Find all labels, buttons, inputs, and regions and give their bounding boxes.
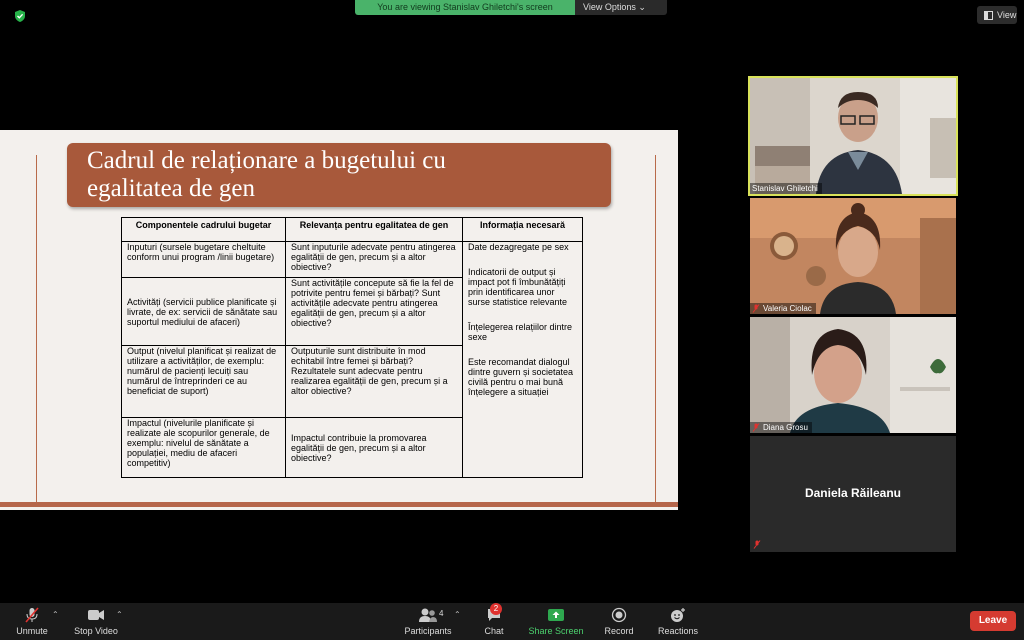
unmute-label: Unmute	[16, 626, 48, 636]
share-screen-icon	[548, 609, 564, 621]
record-button[interactable]: Record	[602, 603, 636, 640]
record-icon	[611, 607, 627, 623]
chat-button[interactable]: 2 Chat	[478, 603, 510, 640]
slide-title: Cadrul de relaționare a bugetului cu ega…	[87, 147, 597, 203]
chevron-down-icon: ⌄	[638, 2, 646, 12]
info-cell: Date dezagregate pe sex Indicatorii de o…	[462, 241, 583, 478]
table-cell: Impactul (nivelurile planificate și real…	[121, 417, 286, 478]
grid-view-icon	[984, 10, 993, 20]
slide-title-banner: Cadrul de relaționare a bugetului cu ega…	[67, 143, 611, 207]
chat-unread-badge: 2	[490, 603, 502, 615]
video-options-caret[interactable]: ⌃	[116, 610, 123, 619]
info-item: Date dezagregate pe sex	[468, 242, 569, 252]
participant-name-label: Diana Grosu	[750, 422, 812, 433]
meeting-toolbar: Unmute ⌃ Stop Video ⌃ Participants 4 ⌃ 2…	[0, 603, 1024, 640]
audio-options-caret[interactable]: ⌃	[52, 610, 59, 619]
view-options-dropdown[interactable]: View Options ⌄	[575, 0, 667, 15]
participant-video	[750, 317, 956, 433]
reactions-label: Reactions	[657, 626, 699, 636]
slide-title-line-2: egalitatea de gen	[87, 175, 255, 202]
chat-label: Chat	[484, 626, 504, 636]
smiley-plus-icon	[671, 608, 685, 622]
record-label: Record	[604, 626, 634, 636]
view-button-label: View	[997, 10, 1017, 20]
participant-video	[750, 198, 956, 314]
table-cell: Impactul contribuie la promovarea egalit…	[285, 417, 463, 478]
video-tile-stanislav[interactable]: Stanislav Ghiletchi	[748, 76, 958, 196]
participant-name-label: Stanislav Ghiletchi	[750, 183, 822, 194]
info-item: Este recomandat dialogul dintre guvern ș…	[468, 357, 574, 397]
video-camera-icon	[88, 610, 104, 620]
info-item: Indicatorii de output și impact pot fi î…	[468, 267, 568, 307]
mic-muted-icon	[752, 423, 760, 432]
table-cell: Activități (servicii publice planificate…	[121, 277, 286, 346]
leave-button[interactable]: Leave	[970, 611, 1016, 631]
mic-muted-icon	[25, 607, 39, 623]
slide-bottom-strip	[0, 502, 678, 507]
table-row: Inputuri (sursele bugetare cheltuite con…	[121, 241, 583, 478]
budget-gender-table: Componentele cadrului bugetar Relevanța …	[121, 217, 583, 478]
participants-button[interactable]: Participants	[402, 603, 454, 640]
info-item: Înțelegerea relațiilor dintre sexe	[468, 322, 573, 342]
table-cell: Outputurile sunt distribuite în mod echi…	[285, 345, 463, 418]
video-tile-diana[interactable]: Diana Grosu	[750, 317, 956, 433]
participants-label: Participants	[404, 626, 452, 636]
stop-video-label: Stop Video	[74, 626, 118, 636]
participants-count: 4	[439, 609, 444, 618]
table-cell: Sunt activitățile concepute să fie la fe…	[285, 277, 463, 346]
reactions-button[interactable]: Reactions	[656, 603, 700, 640]
stop-video-button[interactable]: Stop Video	[70, 603, 122, 640]
viewing-screen-label: You are viewing Stanislav Ghiletchi's sc…	[355, 0, 575, 15]
mic-muted-icon	[752, 304, 760, 313]
table-header: Componentele cadrului bugetar	[121, 217, 286, 242]
participant-name-center: Daniela Răileanu	[804, 486, 902, 500]
table-cell: Output (nivelul planificat și realizat d…	[121, 345, 286, 418]
view-button[interactable]: View	[977, 6, 1017, 24]
video-tile-valeria[interactable]: Valeria Ciolac	[750, 198, 956, 314]
table-header: Informația necesară	[462, 217, 583, 242]
share-screen-label: Share Screen	[528, 626, 584, 636]
unmute-button[interactable]: Unmute	[14, 603, 50, 640]
slide-title-line-1: Cadrul de relaționare a bugetului cu	[87, 147, 446, 174]
share-screen-button[interactable]: Share Screen	[526, 603, 586, 640]
view-options-label: View Options	[583, 2, 636, 12]
security-shield-icon[interactable]	[13, 9, 27, 23]
mic-muted-icon	[753, 540, 761, 549]
presentation-slide: Cadrul de relaționare a bugetului cu ega…	[0, 130, 678, 510]
video-tile-daniela[interactable]: Daniela Răileanu	[750, 436, 956, 552]
screen-share-banner: You are viewing Stanislav Ghiletchi's sc…	[355, 0, 667, 15]
participants-options-caret[interactable]: ⌃	[454, 610, 461, 619]
participants-icon	[419, 608, 437, 622]
participant-name-label: Valeria Ciolac	[750, 303, 816, 314]
table-cell: Sunt inputurile adecvate pentru atingere…	[285, 241, 463, 278]
table-header: Relevanța pentru egalitatea de gen	[285, 217, 463, 242]
table-cell: Inputuri (sursele bugetare cheltuite con…	[121, 241, 286, 278]
shared-screen: Cadrul de relaționare a bugetului cu ega…	[0, 108, 678, 532]
participant-video	[750, 78, 956, 194]
